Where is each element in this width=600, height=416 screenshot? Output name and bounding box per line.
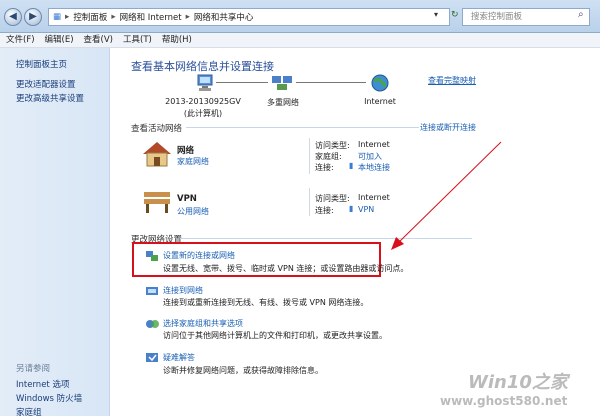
sidebar: 控制面板主页 更改适配器设置 更改高级共享设置 另请参阅 Internet 选项… [0, 48, 110, 416]
page-title: 查看基本网络信息并设置连接 [131, 60, 274, 73]
map-connector [296, 82, 366, 83]
red-arrow-annotation [391, 141, 502, 250]
map-node-multiple: 多重网络 [267, 98, 299, 107]
task-homegroup-sharing[interactable]: 选择家庭组和共享选项 [163, 318, 243, 329]
connect-network-icon [145, 284, 159, 301]
network-2-name: VPN [177, 194, 197, 204]
search-input[interactable]: 搜索控制面板 [462, 8, 590, 26]
watermark-brand: Win10之家 [468, 372, 568, 393]
menu-file[interactable]: 文件(F) [6, 33, 35, 47]
sidebar-item-internet-options[interactable]: Internet 选项 [16, 378, 69, 390]
public-network-bench-icon [142, 190, 172, 214]
divider [309, 188, 310, 216]
task-setup-desc: 设置无线、宽带、拨号、临时或 VPN 连接；或设置路由器或访问点。 [163, 264, 409, 273]
map-node-computer-sub: (此计算机) [183, 109, 223, 118]
ethernet-icon: ▮ [349, 161, 354, 170]
home-network-icon [142, 141, 172, 167]
search-icon[interactable]: ⌕ [578, 9, 584, 20]
homegroup-label: 家庭组: [315, 152, 342, 161]
back-icon[interactable]: ◀ [4, 8, 22, 26]
divider [186, 127, 419, 128]
active-networks-heading: 查看活动网络 [131, 124, 183, 134]
homegroup-join-link[interactable]: 可加入 [358, 151, 382, 162]
menu-edit[interactable]: 编辑(E) [45, 33, 74, 47]
network-2-type-link[interactable]: 公用网络 [177, 206, 209, 217]
view-full-map-link[interactable]: 查看完整映射 [428, 75, 476, 86]
breadcrumb[interactable]: ▦ ▸ 控制面板 ▸ 网络和 Internet ▸ 网络和共享中心 [48, 8, 450, 26]
computer-icon [196, 74, 216, 92]
task-homegroup-desc: 访问位于其他网络计算机上的文件和打印机，或更改共享设置。 [163, 331, 387, 340]
divider [309, 138, 310, 174]
task-troubleshoot-desc: 诊断并修复网络问题，或获得故障排除信息。 [163, 366, 323, 375]
homegroup-sharing-icon [145, 317, 159, 334]
network-1-type-link[interactable]: 家庭网络 [177, 156, 209, 167]
connection-label: 连接: [315, 206, 334, 215]
menu-tools[interactable]: 工具(T) [123, 33, 152, 47]
vpn-connection-icon: ▮ [349, 204, 354, 213]
see-also-heading: 另请参阅 [16, 364, 51, 374]
vpn-connection-link[interactable]: VPN [358, 205, 374, 214]
task-setup-new-connection[interactable]: 设置新的连接或网络 [163, 250, 235, 261]
menu-view[interactable]: 查看(V) [84, 33, 113, 47]
connection-label: 连接: [315, 163, 334, 172]
sidebar-item-sharing[interactable]: 更改高级共享设置 [16, 92, 84, 104]
dropdown-arrow-icon[interactable]: ▾ [434, 10, 438, 19]
new-connection-icon [145, 249, 159, 266]
breadcrumb-network-internet[interactable]: 网络和 Internet [120, 11, 182, 23]
sidebar-item-adapter[interactable]: 更改适配器设置 [16, 78, 76, 90]
map-connector [216, 82, 268, 83]
task-troubleshoot[interactable]: 疑难解答 [163, 352, 195, 363]
address-bar: ◀ ▶ ▦ ▸ 控制面板 ▸ 网络和 Internet ▸ 网络和共享中心 ▾ … [0, 0, 600, 33]
breadcrumb-control-panel[interactable]: 控制面板 [73, 11, 107, 23]
sidebar-item-firewall[interactable]: Windows 防火墙 [16, 392, 82, 404]
map-node-internet: Internet [364, 97, 396, 106]
forward-icon[interactable]: ▶ [24, 8, 42, 26]
task-connect-network[interactable]: 连接到网络 [163, 285, 203, 296]
breadcrumb-network-center[interactable]: 网络和共享中心 [194, 11, 254, 23]
sidebar-item-home[interactable]: 控制面板主页 [16, 58, 67, 70]
refresh-icon[interactable]: ↻ [451, 10, 459, 20]
multiple-networks-icon [270, 74, 294, 92]
menu-help[interactable]: 帮助(H) [162, 33, 192, 47]
menu-bar: 文件(F) 编辑(E) 查看(V) 工具(T) 帮助(H) [0, 33, 600, 48]
sidebar-item-homegroup[interactable]: 家庭组 [16, 406, 42, 416]
access-type-label: 访问类型: [315, 194, 350, 203]
troubleshoot-icon [145, 351, 159, 368]
watermark-url: www.ghost580.net [440, 394, 568, 408]
network-1-name: 网络 [177, 146, 195, 156]
task-connect-desc: 连接到或重新连接到无线、有线、拨号或 VPN 网络连接。 [163, 298, 369, 307]
access-type-label: 访问类型: [315, 141, 350, 150]
internet-globe-icon [371, 74, 389, 92]
control-panel-icon: ▦ [53, 12, 62, 22]
connect-disconnect-link[interactable]: 连接或断开连接 [420, 122, 476, 133]
map-node-computer: 2013-20130925GV [165, 97, 241, 106]
